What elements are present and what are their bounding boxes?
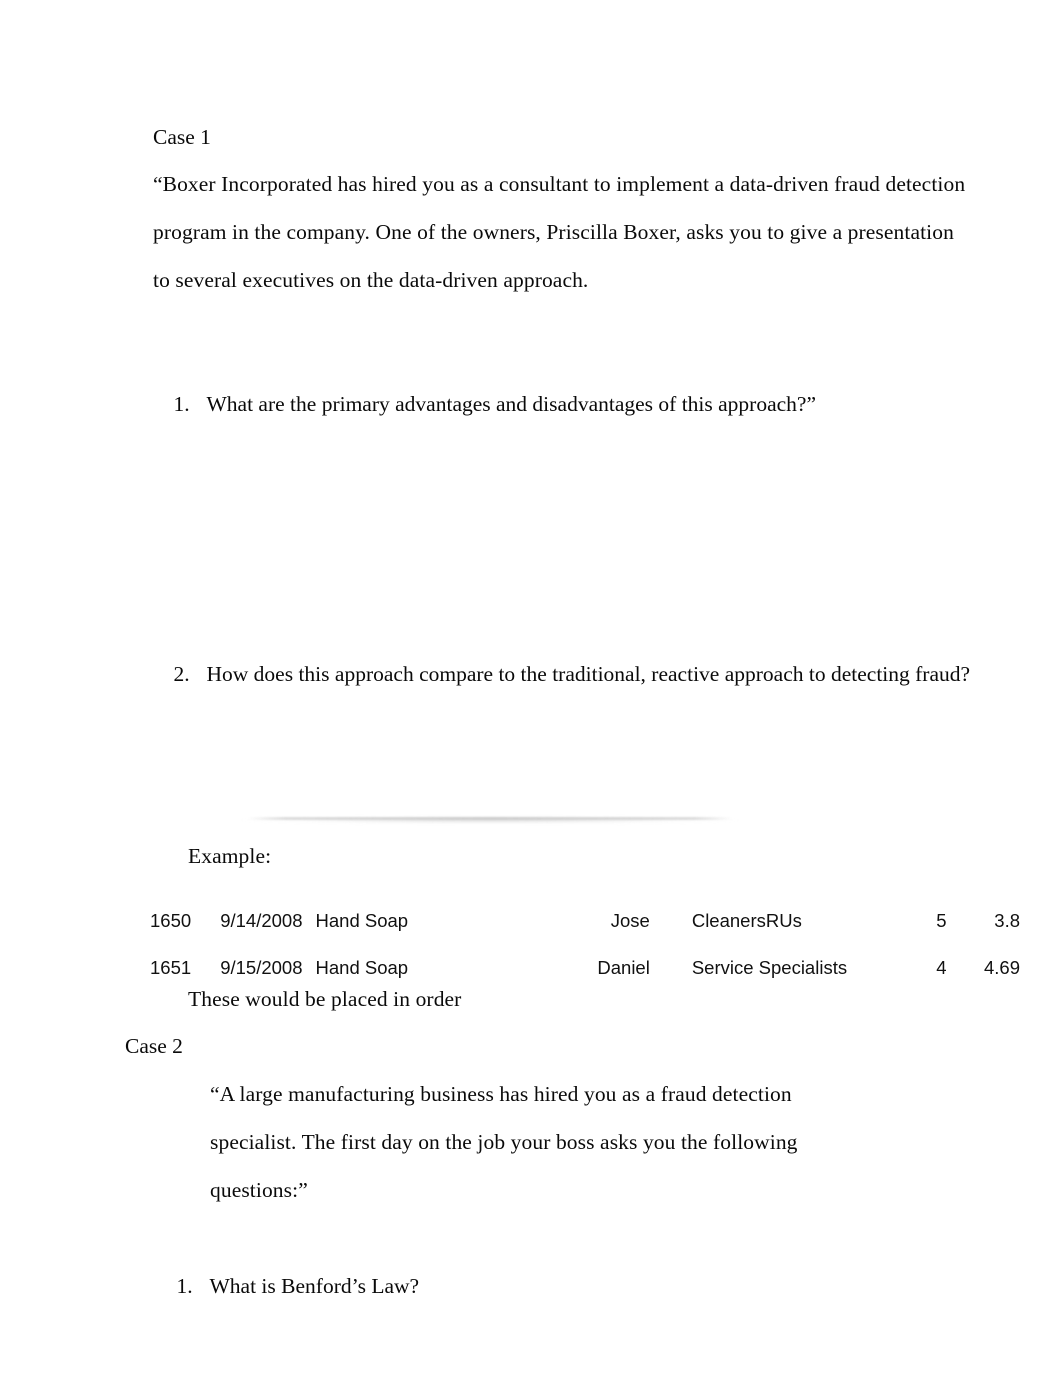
- case1-question-1-text: What are the primary advantages and disa…: [206, 392, 817, 416]
- table-row: 1651 9/15/2008 Hand Soap Daniel Service …: [0, 932, 1062, 979]
- cell-vendor: CleanersRUs: [691, 909, 802, 931]
- case1-quote-line-2: program in the company. One of the owner…: [153, 220, 954, 244]
- cell-date-text: 9/15/2008: [220, 956, 303, 978]
- case1-quote-line-3: to several executives on the data-driven…: [153, 268, 589, 292]
- table-row: 1650 9/14/2008 Hand Soap Jose CleanersRU…: [0, 885, 1062, 932]
- cell-item: Hand Soap: [315, 956, 409, 978]
- case2-quote-line-3: questions:”: [210, 1178, 308, 1202]
- cell-id: 1650: [150, 909, 192, 931]
- example-data-table: 1650 9/14/2008 Hand Soap Jose CleanersRU…: [0, 885, 1062, 979]
- cell-item: Hand Soap: [315, 909, 409, 931]
- section-divider-line: [248, 817, 732, 820]
- case1-heading: Case 1: [153, 125, 211, 149]
- example-note: These would be placed in order: [188, 987, 462, 1011]
- cell-vendor: Service Specialists: [691, 956, 848, 978]
- case1-quote-line-1: “Boxer Incorporated has hired you as a c…: [153, 172, 966, 196]
- cell-date: 9/14/2008: [211, 885, 303, 932]
- case2-question-1-text: What is Benford’s Law?: [209, 1274, 420, 1298]
- case1-question-2-marker: 2.: [173, 662, 190, 686]
- case1-question-1-marker: 1.: [173, 392, 190, 416]
- document-page: Case 1 “Boxer Incorporated has hired you…: [0, 0, 1062, 1377]
- case1-question-2-text: How does this approach compare to the tr…: [206, 662, 971, 686]
- case2-quote-line-1: “A large manufacturing business has hire…: [210, 1082, 792, 1106]
- cell-amount: 4.69: [983, 956, 1020, 978]
- cell-date: 9/15/2008: [211, 932, 303, 979]
- case1-question-2: 2. How does this approach compare to the …: [152, 632, 971, 716]
- case2-question-1: 1. What is Benford’s Law?: [155, 1244, 420, 1328]
- cell-quantity: 4: [936, 956, 947, 978]
- cell-person: Jose: [610, 909, 650, 931]
- case2-heading: Case 2: [125, 1034, 183, 1058]
- cell-amount: 3.8: [994, 909, 1020, 931]
- case2-question-1-marker: 1.: [176, 1274, 193, 1298]
- cell-person: Daniel: [597, 956, 650, 978]
- example-label: Example:: [188, 844, 272, 868]
- cell-quantity: 5: [936, 909, 947, 931]
- case1-question-1: 1. What are the primary advantages and di…: [152, 362, 817, 446]
- case2-quote-line-2: specialist. The first day on the job you…: [210, 1130, 798, 1154]
- cell-date-text: 9/14/2008: [220, 909, 303, 931]
- cell-id: 1651: [150, 956, 192, 978]
